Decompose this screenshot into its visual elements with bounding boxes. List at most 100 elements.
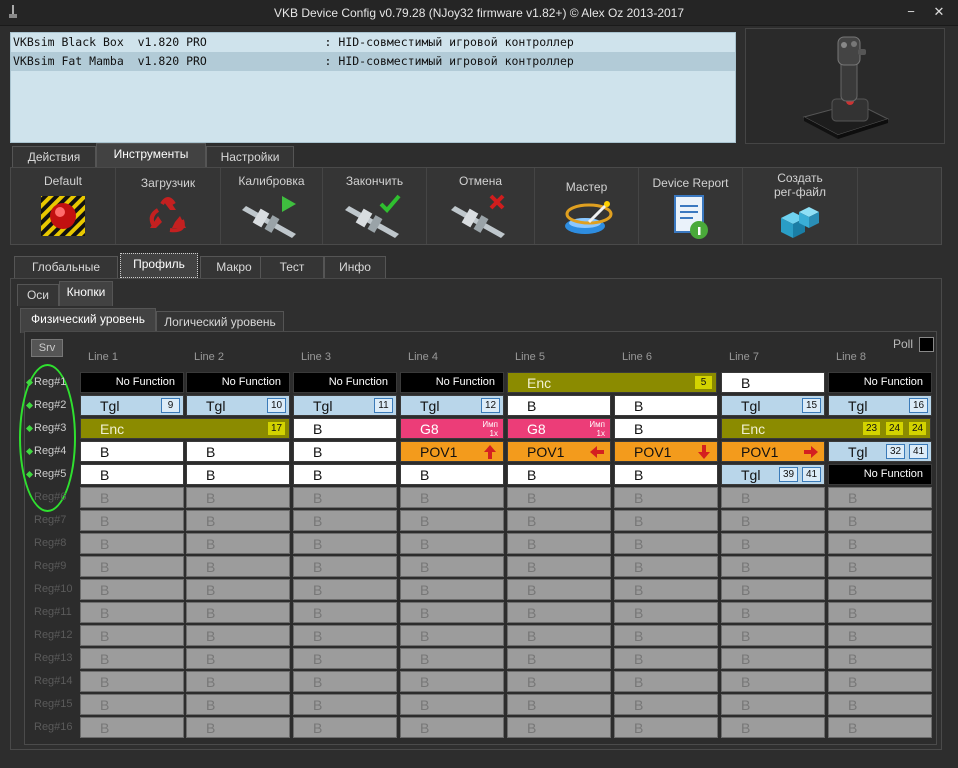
tab-buttons[interactable]: Кнопки <box>59 281 113 306</box>
grid-cell[interactable]: B <box>400 717 504 738</box>
grid-cell[interactable]: B <box>186 579 290 600</box>
grid-cell[interactable]: B <box>293 418 397 439</box>
grid-cell[interactable]: B <box>293 510 397 531</box>
grid-cell[interactable]: B <box>293 717 397 738</box>
grid-cell[interactable]: B <box>614 464 718 485</box>
grid-cell[interactable]: B <box>828 694 932 715</box>
grid-cell[interactable]: B <box>293 648 397 669</box>
grid-cell[interactable]: Tgl 41 39 <box>721 464 825 485</box>
grid-cell[interactable]: Enc 5 <box>507 372 717 393</box>
grid-cell[interactable]: B <box>721 487 825 508</box>
grid-cell[interactable]: B <box>400 579 504 600</box>
tab-logical-level[interactable]: Логический уровень <box>156 311 284 333</box>
grid-cell[interactable]: B <box>721 717 825 738</box>
grid-cell[interactable]: B <box>614 579 718 600</box>
grid-cell[interactable]: B <box>400 487 504 508</box>
grid-cell[interactable]: Tgl 9 <box>80 395 184 416</box>
grid-cell[interactable]: B <box>293 487 397 508</box>
tab-macro[interactable]: Макро <box>200 256 268 278</box>
grid-cell[interactable]: B <box>828 625 932 646</box>
grid-cell[interactable]: B <box>186 510 290 531</box>
grid-cell[interactable]: B <box>293 464 397 485</box>
grid-cell[interactable]: B <box>721 556 825 577</box>
grid-cell[interactable]: B <box>721 372 825 393</box>
device-row[interactable]: VKBsim Fat Mamba v1.820 PRO : HID-совмес… <box>11 52 735 71</box>
grid-cell[interactable]: B <box>186 441 290 462</box>
grid-cell[interactable]: B <box>400 648 504 669</box>
cancel-button[interactable]: Отмена <box>427 168 535 244</box>
grid-cell[interactable]: G8 Имп 1x <box>507 418 611 439</box>
grid-cell[interactable]: B <box>507 579 611 600</box>
grid-cell[interactable]: B <box>721 694 825 715</box>
wizard-button[interactable]: Мастер <box>535 168 639 244</box>
grid-cell[interactable]: B <box>80 464 184 485</box>
grid-cell[interactable]: B <box>186 602 290 623</box>
grid-cell[interactable]: B <box>186 625 290 646</box>
grid-cell[interactable]: B <box>293 671 397 692</box>
grid-cell[interactable]: G8 Имп 1x <box>400 418 504 439</box>
minimize-button[interactable]: − <box>898 2 924 22</box>
grid-cell[interactable]: Tgl 11 <box>293 395 397 416</box>
grid-cell[interactable]: B <box>293 602 397 623</box>
grid-cell[interactable]: B <box>614 395 718 416</box>
grid-cell[interactable]: B <box>400 694 504 715</box>
tab-global[interactable]: Глобальные <box>14 256 118 278</box>
grid-cell[interactable]: B <box>186 671 290 692</box>
tab-tools[interactable]: Инструменты <box>96 143 206 168</box>
grid-cell[interactable]: B <box>80 487 184 508</box>
grid-cell[interactable]: B <box>186 717 290 738</box>
default-button[interactable]: Default <box>11 168 116 244</box>
grid-cell[interactable]: B <box>614 556 718 577</box>
close-button[interactable]: ✕ <box>926 2 952 22</box>
srv-button[interactable]: Srv <box>31 339 63 357</box>
grid-cell[interactable]: B <box>721 671 825 692</box>
grid-cell[interactable]: B <box>293 625 397 646</box>
grid-cell[interactable]: No Function <box>828 464 932 485</box>
grid-cell[interactable]: B <box>721 533 825 554</box>
grid-cell[interactable]: B <box>614 648 718 669</box>
grid-cell[interactable]: B <box>293 441 397 462</box>
grid-cell[interactable]: B <box>80 602 184 623</box>
grid-cell[interactable]: No Function <box>186 372 290 393</box>
grid-cell[interactable]: Tgl 15 <box>721 395 825 416</box>
grid-cell[interactable]: B <box>507 464 611 485</box>
grid-cell[interactable]: B <box>828 487 932 508</box>
grid-cell[interactable]: B <box>507 717 611 738</box>
grid-cell[interactable]: Tgl 10 <box>186 395 290 416</box>
grid-cell[interactable]: B <box>721 625 825 646</box>
grid-cell[interactable]: Tgl 12 <box>400 395 504 416</box>
grid-cell[interactable]: B <box>828 533 932 554</box>
grid-cell[interactable]: No Function <box>80 372 184 393</box>
grid-cell[interactable]: B <box>721 648 825 669</box>
grid-cell[interactable]: B <box>507 395 611 416</box>
grid-cell[interactable]: Enc 17 <box>80 418 290 439</box>
grid-cell[interactable]: B <box>400 464 504 485</box>
grid-cell[interactable]: B <box>80 671 184 692</box>
grid-cell[interactable]: B <box>507 694 611 715</box>
grid-cell[interactable]: POV1 <box>400 441 504 462</box>
grid-cell[interactable]: No Function <box>400 372 504 393</box>
grid-cell[interactable]: B <box>293 579 397 600</box>
grid-cell[interactable]: B <box>507 510 611 531</box>
grid-cell[interactable]: B <box>828 556 932 577</box>
grid-cell[interactable]: B <box>507 671 611 692</box>
grid-cell[interactable]: Tgl 16 <box>828 395 932 416</box>
grid-cell[interactable]: B <box>400 625 504 646</box>
grid-cell[interactable]: B <box>721 579 825 600</box>
grid-cell[interactable]: B <box>614 533 718 554</box>
grid-cell[interactable]: B <box>507 648 611 669</box>
grid-cell[interactable]: B <box>80 556 184 577</box>
grid-cell[interactable]: B <box>293 694 397 715</box>
tab-axes[interactable]: Оси <box>17 284 59 306</box>
grid-cell[interactable]: B <box>828 510 932 531</box>
calibration-button[interactable]: Калибровка <box>221 168 323 244</box>
grid-cell[interactable]: B <box>721 602 825 623</box>
grid-cell[interactable]: No Function <box>293 372 397 393</box>
grid-cell[interactable]: B <box>400 671 504 692</box>
grid-cell[interactable]: B <box>186 487 290 508</box>
tab-physical-level[interactable]: Физический уровень <box>20 308 156 333</box>
create-reg-file-button[interactable]: Создать рег-файл <box>743 168 858 244</box>
tab-test[interactable]: Тест <box>260 256 324 278</box>
grid-cell[interactable]: B <box>507 533 611 554</box>
device-report-button[interactable]: Device Report <box>639 168 743 244</box>
